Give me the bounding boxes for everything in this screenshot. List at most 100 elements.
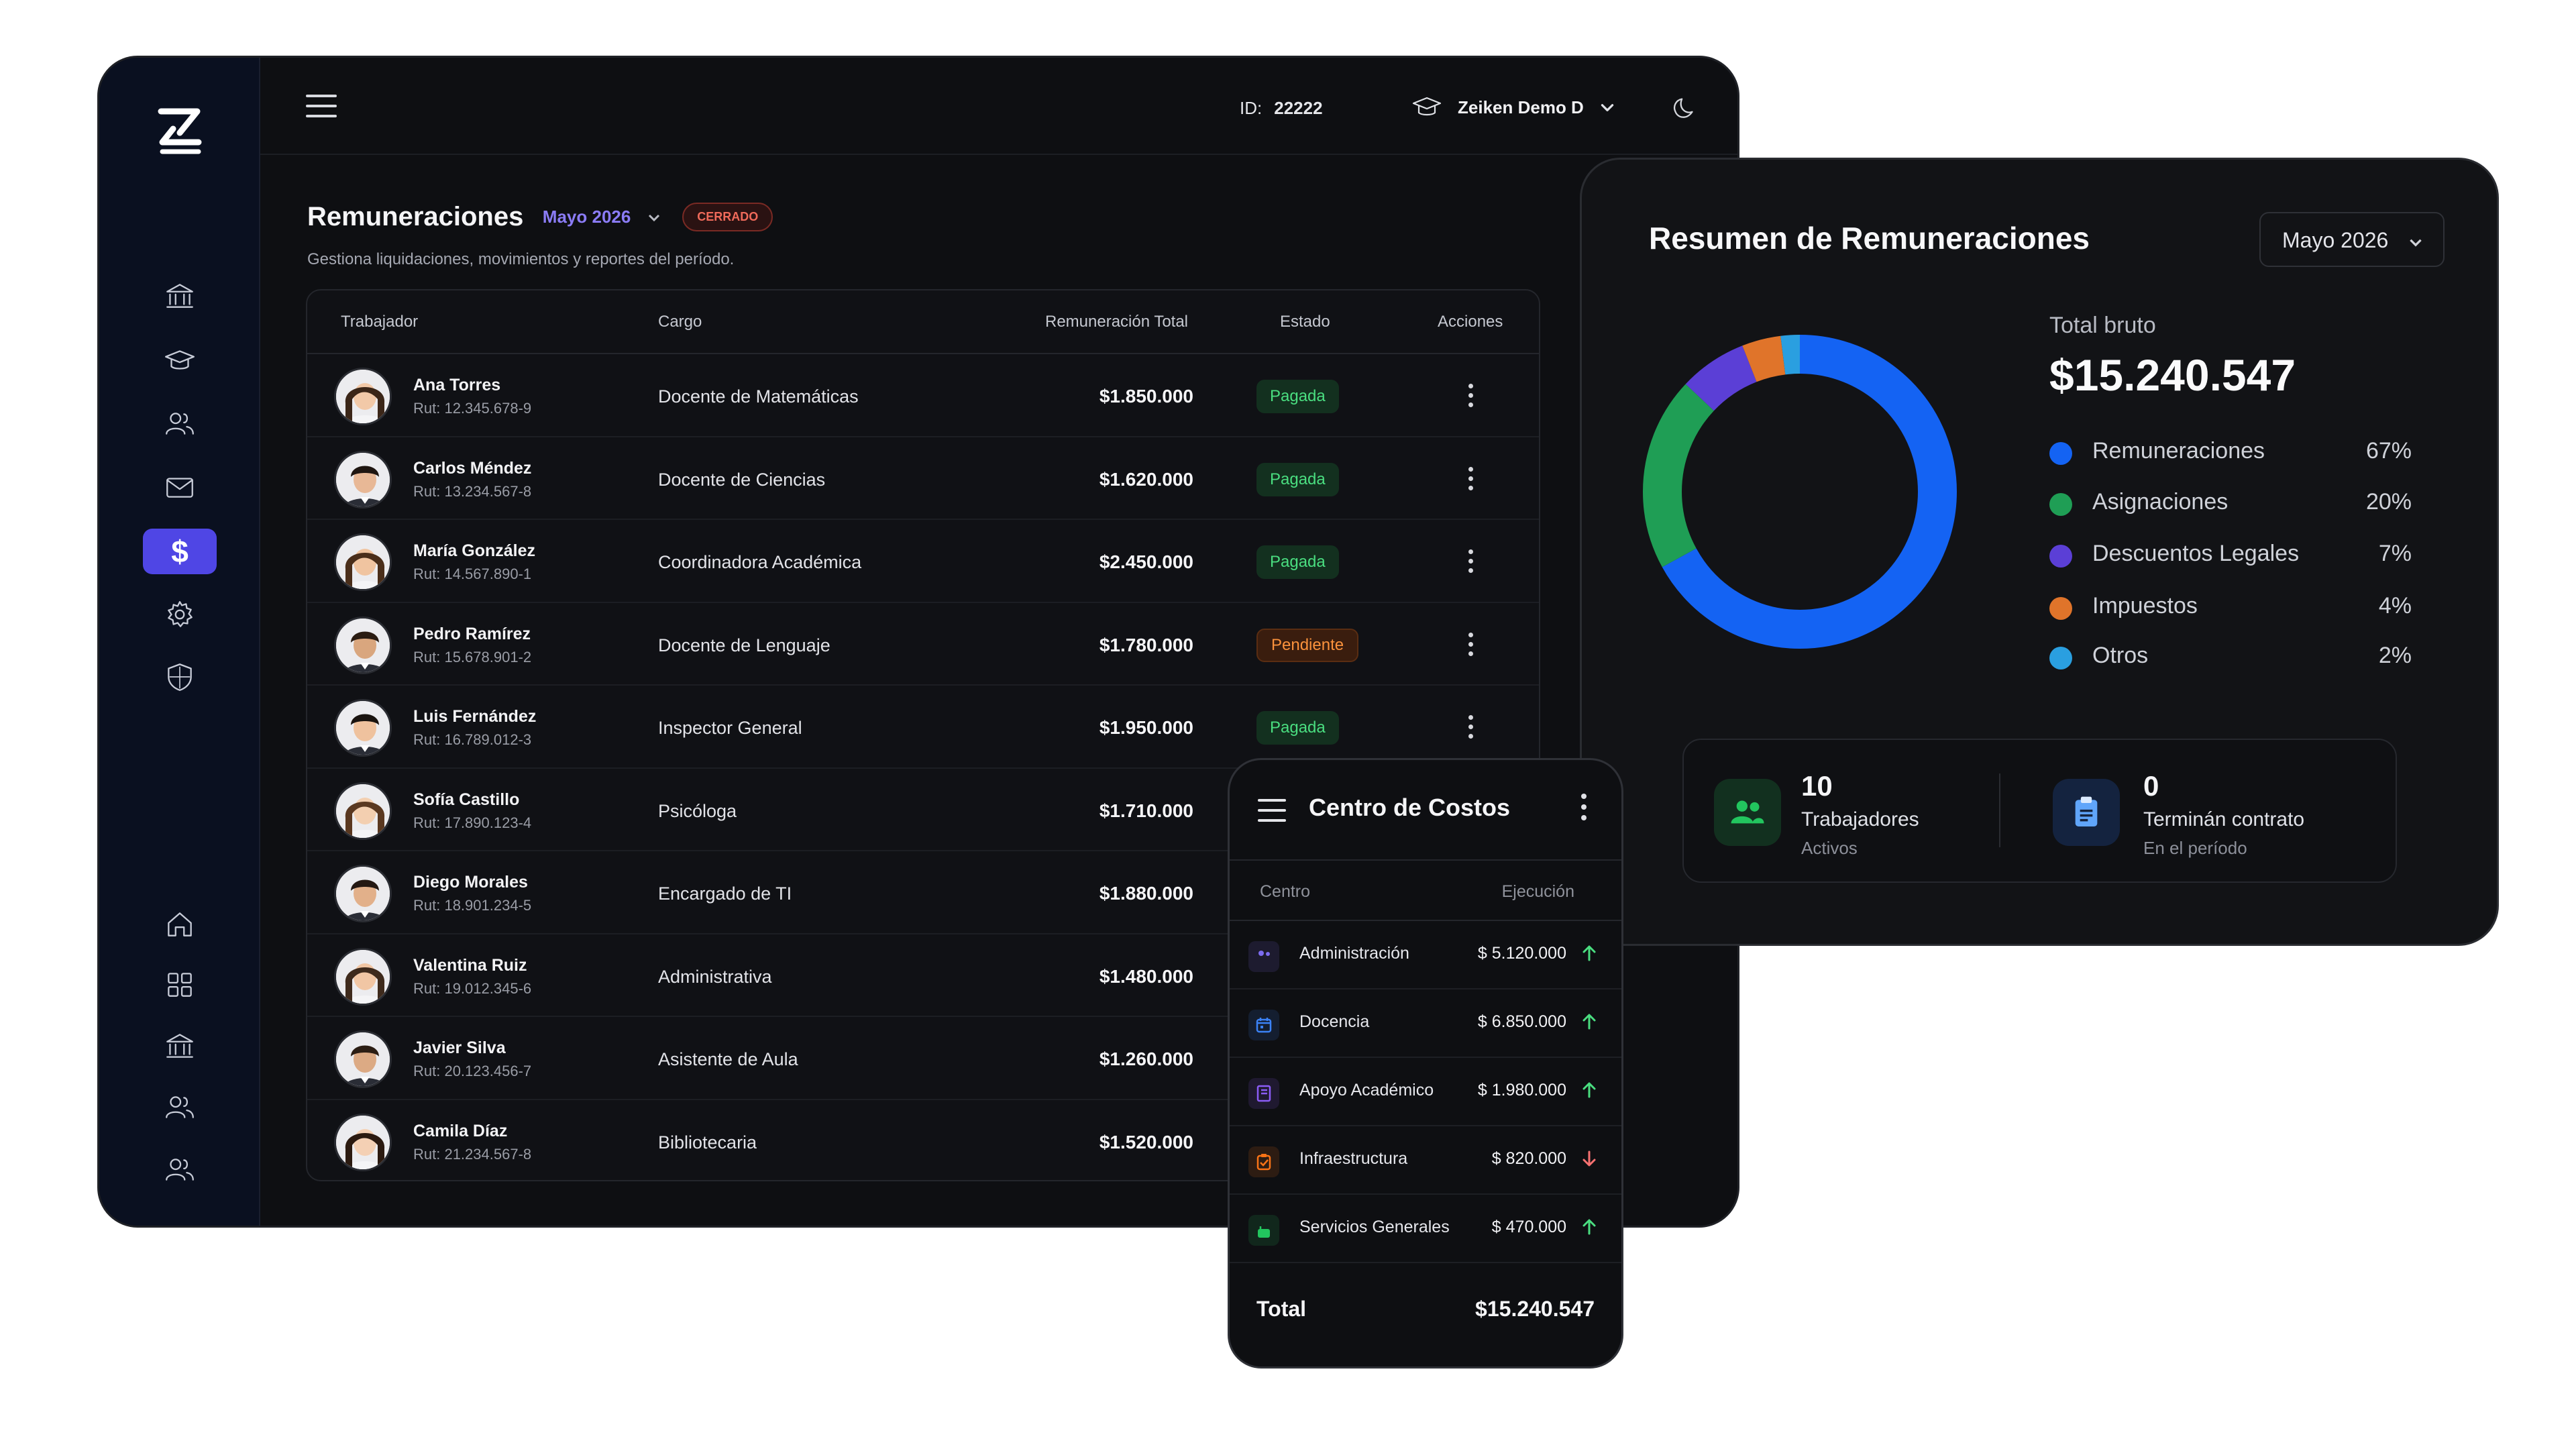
menu-icon[interactable] [1258, 799, 1286, 822]
legend-label: Otros [2092, 643, 2149, 668]
column-header[interactable]: Remuneración Total [1045, 313, 1188, 331]
worker-role: Docente de Lenguaje [658, 635, 830, 655]
legend-percent: 20% [2365, 489, 2412, 515]
graduation-cap-icon[interactable] [160, 341, 200, 381]
avatar [334, 865, 392, 922]
worker-total: $1.950.000 [1099, 717, 1193, 738]
column-header[interactable]: Cargo [658, 313, 702, 331]
worker-name[interactable]: Pedro Ramírez [413, 625, 531, 644]
avatar [334, 947, 392, 1006]
column-header[interactable]: Trabajador [341, 313, 418, 331]
cost-centers-header: Centro de Costos [1230, 760, 1621, 861]
table-row[interactable]: María González Rut: 14.567.890-1 Coordin… [307, 520, 1539, 603]
period-select[interactable]: Mayo 2026 [2259, 212, 2445, 267]
row-actions-icon[interactable] [1468, 466, 1474, 494]
worker-rut: Rut: 14.567.890-1 [413, 566, 532, 582]
total-value: $15.240.547 [2049, 350, 2296, 400]
worker-name[interactable]: Javier Silva [413, 1038, 506, 1058]
table-row[interactable]: Luis Fernández Rut: 16.789.012-3 Inspect… [307, 686, 1539, 769]
calendar-icon [1248, 1010, 1279, 1040]
worker-name[interactable]: Sofía Castillo [413, 790, 519, 810]
page-title: Remuneraciones [307, 202, 524, 231]
column-header[interactable]: Acciones [1438, 313, 1503, 331]
avatar [334, 782, 392, 840]
worker-rut: Rut: 12.345.678-9 [413, 400, 532, 417]
worker-role: Psicóloga [658, 800, 737, 821]
cost-center-row[interactable]: Administración $ 5.120.000 [1230, 921, 1621, 989]
cost-center-row[interactable]: Docencia $ 6.850.000 [1230, 989, 1621, 1058]
row-actions-icon[interactable] [1468, 715, 1474, 742]
menu-icon[interactable] [306, 95, 337, 119]
grid-icon[interactable] [160, 965, 200, 1005]
avatar [334, 450, 392, 508]
cost-center-row[interactable]: Servicios Generales $ 470.000 [1230, 1195, 1621, 1263]
graduation-cap-icon [1412, 97, 1442, 116]
worker-name[interactable]: Camila Díaz [413, 1122, 507, 1141]
page-header: Remuneraciones Mayo 2026 CERRADO [307, 202, 773, 232]
moon-icon[interactable] [1669, 93, 1700, 123]
worker-name[interactable]: Valentina Ruiz [413, 956, 527, 975]
status-badge: Pendiente [1256, 628, 1359, 662]
column-header: Ejecución [1501, 882, 1574, 901]
worker-total: $1.880.000 [1099, 883, 1193, 904]
chevron-down-icon[interactable] [646, 209, 662, 225]
table-row[interactable]: Carlos Méndez Rut: 13.234.567-8 Docente … [307, 437, 1539, 520]
worker-total: $2.450.000 [1099, 551, 1193, 572]
shield-icon[interactable] [160, 657, 200, 697]
arrow-down-icon [1578, 1148, 1600, 1169]
bank-icon[interactable] [160, 1026, 200, 1066]
table-row[interactable]: Ana Torres Rut: 12.345.678-9 Docente de … [307, 354, 1539, 437]
legend-item: Impuestos 4% [2049, 588, 2412, 621]
users-icon [1714, 779, 1781, 846]
legend-swatch [2049, 493, 2072, 516]
worker-name[interactable]: Diego Morales [413, 873, 528, 892]
column-header[interactable]: Estado [1280, 313, 1330, 331]
bank-icon[interactable] [160, 276, 200, 316]
more-options-icon[interactable] [1581, 794, 1588, 826]
worker-role: Coordinadora Académica [658, 552, 862, 572]
cost-center-value: $ 470.000 [1491, 1218, 1566, 1236]
period-selector[interactable]: Mayo 2026 [543, 207, 631, 227]
cost-center-row[interactable]: Infraestructura $ 820.000 [1230, 1126, 1621, 1195]
organization-selector[interactable]: Zeiken Demo D [1411, 91, 1616, 123]
tenant-id: ID: 22222 [1240, 98, 1323, 118]
users-icon[interactable] [160, 1150, 200, 1190]
avatar [334, 533, 392, 591]
workers-label: Trabajadores [1801, 808, 1919, 830]
app-logo[interactable] [153, 105, 207, 158]
row-actions-icon[interactable] [1468, 549, 1474, 576]
worker-name[interactable]: María González [413, 541, 535, 561]
ending-contracts-label: Terminán contrato [2143, 808, 2305, 830]
cost-center-row[interactable]: Apoyo Académico $ 1.980.000 [1230, 1058, 1621, 1126]
row-actions-icon[interactable] [1468, 384, 1474, 411]
worker-rut: Rut: 13.234.567-8 [413, 482, 532, 500]
worker-total: $1.850.000 [1099, 386, 1193, 407]
legend-percent: 7% [2378, 541, 2412, 566]
status-badge: Pagada [1256, 711, 1339, 745]
worker-total: $1.520.000 [1099, 1131, 1193, 1152]
gear-icon[interactable] [160, 594, 200, 635]
home-icon[interactable] [160, 904, 200, 945]
payroll-dollar-icon[interactable]: $ [143, 529, 217, 574]
avatar [334, 616, 392, 674]
worker-name[interactable]: Luis Fernández [413, 707, 536, 727]
users-icon[interactable] [160, 404, 200, 444]
divider [1999, 773, 2000, 847]
status-badge: Pagada [1256, 380, 1339, 413]
legend-item: Descuentos Legales 7% [2049, 535, 2412, 569]
clipboard-icon [2053, 779, 2120, 846]
legend-item: Asignaciones 20% [2049, 484, 2412, 517]
worker-name[interactable]: Ana Torres [413, 376, 500, 395]
mail-icon[interactable] [160, 467, 200, 507]
ending-contracts-sub: En el período [2143, 838, 2247, 858]
cost-total-value: $15.240.547 [1475, 1297, 1595, 1321]
users-icon[interactable] [160, 1087, 200, 1128]
worker-role: Administrativa [658, 966, 772, 987]
cost-center-value: $ 5.120.000 [1477, 944, 1566, 963]
worker-rut: Rut: 18.901.234-5 [413, 897, 532, 914]
legend-percent: 4% [2378, 593, 2412, 619]
chevron-down-icon [1601, 104, 1614, 111]
worker-name[interactable]: Carlos Méndez [413, 459, 531, 478]
table-row[interactable]: Pedro Ramírez Rut: 15.678.901-2 Docente … [307, 603, 1539, 686]
row-actions-icon[interactable] [1468, 632, 1474, 659]
